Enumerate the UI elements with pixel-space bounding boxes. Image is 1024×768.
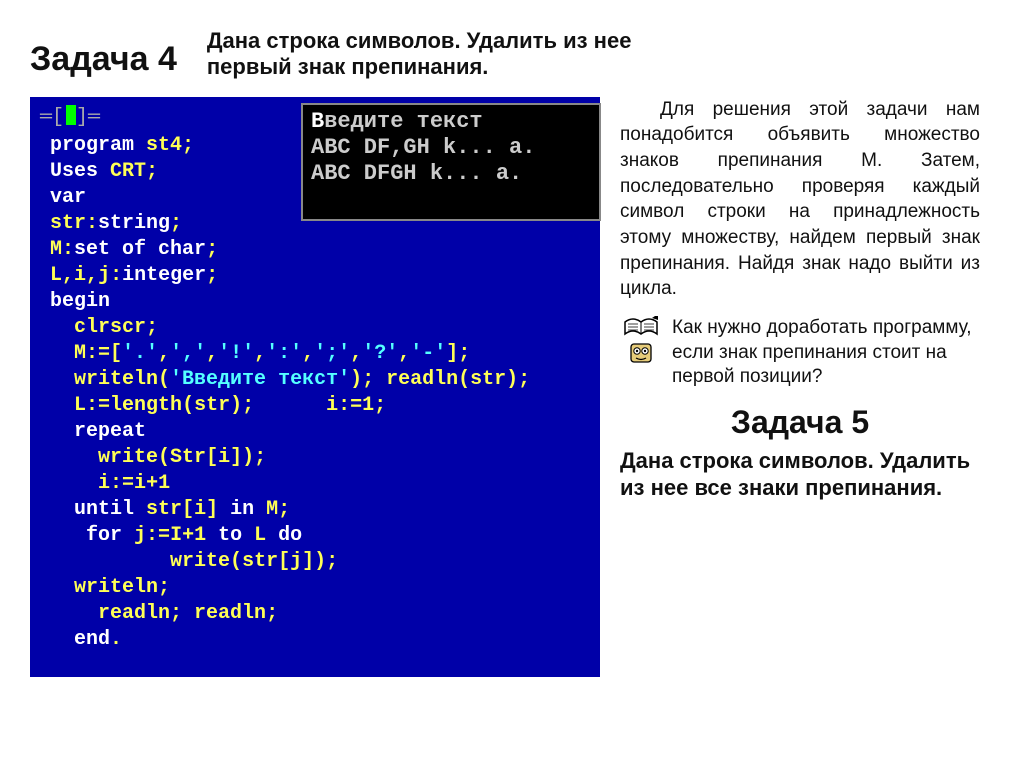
task5-prompt: Дана строка символов. Удалить из нее все… [620,447,980,502]
hint-icon-stack [620,316,662,372]
code-line: until str[i] in M; [50,497,570,523]
task4-prompt-line2: первый знак препинания. [207,54,632,80]
console-line3: ABC DFGH k... a. [311,161,591,187]
ide-cursor-icon [66,105,76,125]
code-line: for j:=I+1 to L do [50,523,570,549]
explanation-body: Для решения этой задачи нам понадобится … [620,99,980,299]
face-icon [626,340,656,368]
code-line: M:set of char; [50,237,570,263]
hint-row: Как нужно доработать программу, если зна… [620,316,980,390]
task4-prompt-line1: Дана строка символов. Удалить из нее [207,28,632,54]
task5-title: Задача 5 [620,404,980,441]
code-line: write(Str[i]); [50,445,570,471]
code-line: writeln; [50,575,570,601]
code-line: L:=length(str); i:=1; [50,393,570,419]
console-bold-char: В [311,109,324,134]
ide-border-left: ═[ [40,106,64,129]
code-line: end. [50,627,570,653]
code-line: repeat [50,419,570,445]
code-line: readln; readln; [50,601,570,627]
ide-code-inner: ═[]═ program st4;Uses CRT;varstr:string;… [36,103,594,671]
code-line: M:=['.',',','!',':',';','?','-']; [50,341,570,367]
code-line: write(str[j]); [50,549,570,575]
header-row: Задача 4 Дана строка символов. Удалить и… [30,28,994,81]
console-line1: Введите текст [311,109,591,135]
book-icon [624,316,658,338]
console-output: Введите текст ABC DF,GH k... a. ABC DFGH… [301,103,601,221]
explanation-text: Для решения этой задачи нам понадобится … [620,97,980,302]
code-line: L,i,j:integer; [50,263,570,289]
ide-border-right: ]═ [76,106,100,129]
code-line: clrscr; [50,315,570,341]
right-column: Для решения этой задачи нам понадобится … [620,97,980,677]
slide-page: Задача 4 Дана строка символов. Удалить и… [0,0,1024,768]
ide-code-panel: ═[]═ program st4;Uses CRT;varstr:string;… [30,97,600,677]
task4-prompt: Дана строка символов. Удалить из нее пер… [207,28,632,81]
console-line2: ABC DF,GH k... a. [311,135,591,161]
console-line1-text: ведите текст [324,109,482,134]
task4-title: Задача 4 [30,40,177,79]
code-line: writeln('Введите текст'); readln(str); [50,367,570,393]
hint-text: Как нужно доработать программу, если зна… [672,316,980,390]
content-row: ═[]═ program st4;Uses CRT;varstr:string;… [30,97,994,677]
code-line: begin [50,289,570,315]
code-line: i:=i+1 [50,471,570,497]
